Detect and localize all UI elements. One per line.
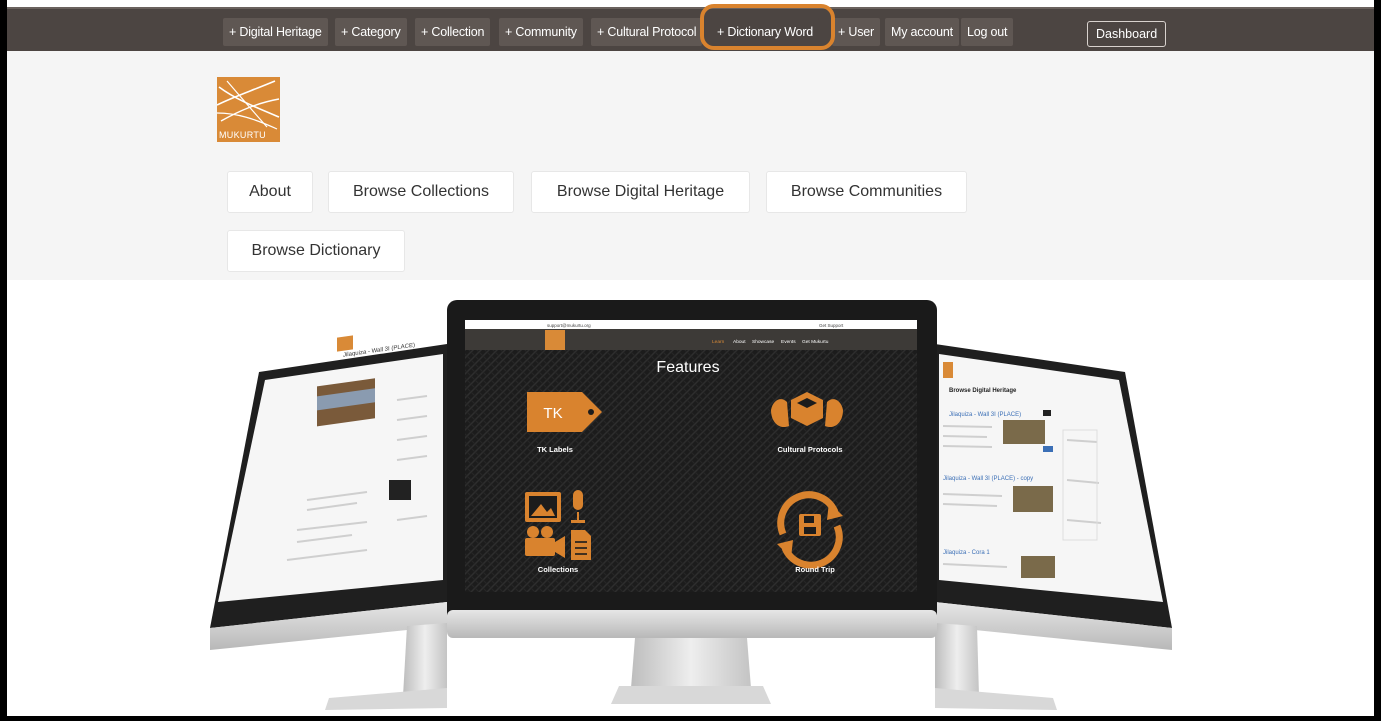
center-nav-learn: Learn	[712, 339, 725, 345]
logo-text: MUKURTU	[219, 130, 266, 140]
log-out-link[interactable]: Log out	[961, 18, 1014, 46]
dashboard-button[interactable]: Dashboard	[1087, 21, 1167, 47]
add-collection-button[interactable]: + Collection	[415, 18, 491, 46]
left-monitor: Jilaquiza - Wall 3I (PLACE)	[210, 335, 447, 710]
feature-cultural-protocols: Cultural Protocols	[777, 445, 842, 454]
devices-illustration: Jilaquiza - Wall 3I (PLACE) Browse Digit…	[210, 300, 1172, 710]
nav-about[interactable]: About	[227, 171, 313, 213]
admin-toolbar: + Digital Heritage + Category + Collecti…	[7, 7, 1374, 51]
add-cultural-protocol-button[interactable]: + Cultural Protocol	[591, 18, 703, 46]
feature-tk-labels: TK Labels	[537, 445, 573, 454]
center-nav-about: About	[733, 339, 746, 345]
center-monitor: support@mukurtu.org Get Support Learn Ab…	[447, 300, 937, 704]
center-email: support@mukurtu.org	[547, 323, 591, 328]
nav-browse-digital-heritage[interactable]: Browse Digital Heritage	[531, 171, 750, 213]
nav-browse-collections[interactable]: Browse Collections	[328, 171, 514, 213]
feature-round-trip: Round Trip	[795, 565, 835, 574]
site-header: MUKURTU About Browse Collections Browse …	[7, 51, 1374, 280]
tk-badge-text: TK	[543, 405, 562, 422]
add-community-button[interactable]: + Community	[499, 18, 583, 46]
center-nav-get-mukurtu: Get Mukurtu	[802, 339, 829, 345]
bottom-border	[0, 716, 1381, 721]
my-account-link[interactable]: My account	[885, 18, 959, 46]
center-logo	[545, 330, 565, 350]
center-nav-showcase: Showcase	[752, 339, 774, 345]
nav-browse-communities[interactable]: Browse Communities	[766, 171, 967, 213]
nav-browse-dictionary[interactable]: Browse Dictionary	[227, 230, 405, 272]
center-get-support: Get Support	[819, 323, 844, 328]
add-category-button[interactable]: + Category	[335, 18, 407, 46]
features-heading: Features	[656, 359, 719, 376]
highlight-annotation	[700, 4, 835, 50]
center-nav-events: Events	[781, 339, 796, 345]
browser-viewport: + Digital Heritage + Category + Collecti…	[7, 0, 1374, 716]
add-digital-heritage-button[interactable]: + Digital Heritage	[223, 18, 328, 46]
right-monitor: Browse Digital Heritage Jilaquiza - Wall…	[935, 344, 1172, 710]
mukurtu-logo[interactable]: MUKURTU	[217, 77, 280, 142]
feature-collections: Collections	[538, 565, 578, 574]
right-screen-title: Browse Digital Heritage	[949, 388, 1017, 394]
right-entry-3: Jilaquiza - Cora 1	[943, 550, 990, 556]
hero-image: Jilaquiza - Wall 3I (PLACE) Browse Digit…	[7, 280, 1374, 716]
right-entry-1: Jilaquiza - Wall 3I (PLACE)	[949, 412, 1021, 418]
right-entry-2: Jilaquiza - Wall 3I (PLACE) - copy	[943, 476, 1033, 482]
add-user-button[interactable]: + User	[832, 18, 880, 46]
